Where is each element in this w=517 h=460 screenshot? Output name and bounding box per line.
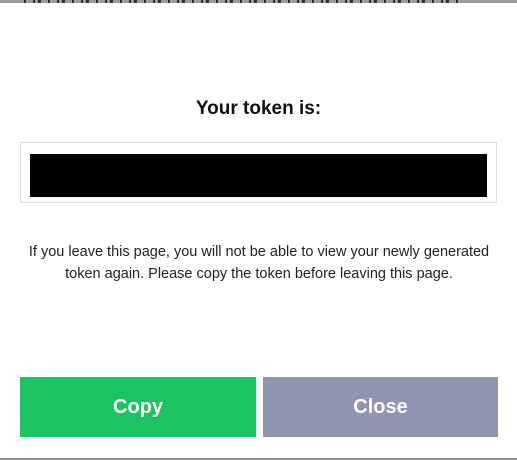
token-field[interactable] (20, 142, 497, 203)
warning-message: If you leave this page, you will not be … (28, 244, 490, 282)
token-value-redacted (30, 154, 487, 197)
copy-button[interactable]: Copy (20, 377, 256, 437)
dialog-title: Your token is: (195, 98, 322, 119)
background-text-fragment (24, 0, 464, 3)
close-button[interactable]: Close (263, 377, 498, 437)
token-dialog: Your token is: If you leave this page, y… (0, 0, 517, 460)
